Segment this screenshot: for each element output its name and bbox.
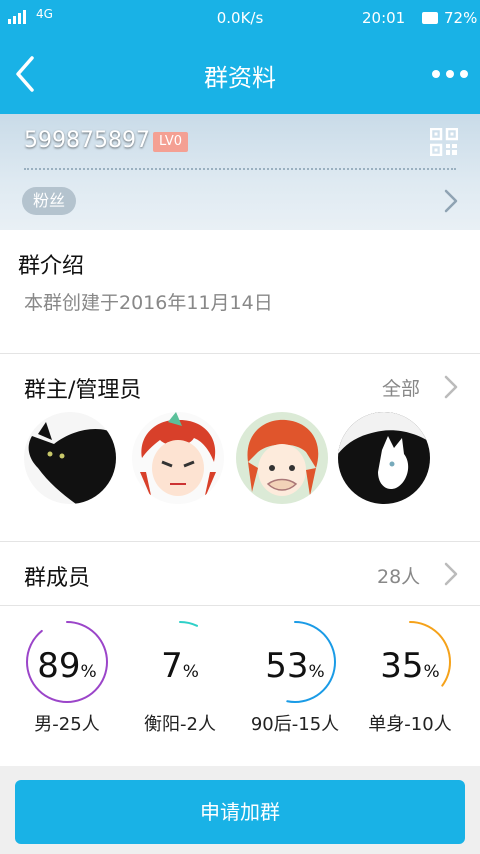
white-cat-avatar[interactable]: [338, 412, 430, 504]
stat-label: 男-25人: [34, 714, 100, 735]
stat-gender: 89% 男-25人: [7, 620, 127, 750]
intro-heading: 群介绍: [18, 254, 85, 279]
battery-icon: [422, 12, 438, 24]
join-group-button[interactable]: 申请加群: [15, 780, 465, 844]
stat-value: 35%: [380, 646, 440, 686]
status-bar: 4G 0.0K/s 20:01 72%: [0, 0, 480, 36]
stat-location: 7% 衡阳-2人: [120, 620, 240, 750]
red-hair-anime-avatar[interactable]: [132, 412, 224, 504]
stat-value: 89%: [37, 646, 97, 686]
group-id: 599875897: [24, 128, 150, 153]
admins-heading: 群主/管理员: [24, 378, 142, 403]
group-header: 599875897 LV0 粉丝: [0, 114, 480, 230]
stat-label: 90后-15人: [250, 714, 340, 735]
chevron-right-icon: [444, 562, 458, 586]
black-cat-avatar[interactable]: [24, 412, 116, 504]
chevron-right-icon: [444, 375, 458, 399]
member-count: 28人: [377, 566, 421, 588]
network-speed: 0.0K/s: [216, 9, 264, 27]
members-row[interactable]: 群成员 28人: [0, 542, 480, 606]
stat-value: 7%: [161, 646, 199, 686]
qr-code-icon: [429, 127, 459, 157]
fans-tag[interactable]: 粉丝: [22, 187, 77, 215]
stat-age: 53% 90后-15人: [235, 620, 355, 750]
more-button[interactable]: [432, 66, 468, 82]
members-heading: 群成员: [24, 566, 91, 591]
more-dots-icon: [432, 70, 440, 78]
nav-bar: 群资料: [0, 36, 480, 114]
bottom-bar: 申请加群: [0, 766, 480, 854]
page-title: 群资料: [204, 64, 276, 92]
clock: 20:01: [362, 9, 406, 27]
intro-text: 本群创建于2016年11月14日: [24, 292, 273, 314]
red-hair-girl-avatar[interactable]: [236, 412, 328, 504]
group-intro-section: 群介绍 本群创建于2016年11月14日: [0, 230, 480, 354]
stat-single: 35% 单身-10人: [350, 620, 470, 750]
stat-label: 衡阳-2人: [144, 714, 216, 735]
level-badge: LV0: [153, 132, 188, 152]
member-stats: 89% 男-25人 7% 衡阳-2人 53% 90后-15人 35% 单身-10…: [0, 606, 480, 766]
stat-label: 单身-10人: [368, 714, 452, 735]
dotted-divider: [24, 168, 456, 170]
qr-code-button[interactable]: [429, 127, 459, 157]
chevron-right-icon[interactable]: [442, 188, 460, 214]
view-all-admins-link[interactable]: 全部: [382, 374, 420, 401]
battery-percent: 72%: [444, 9, 478, 27]
stat-value: 53%: [265, 646, 325, 686]
